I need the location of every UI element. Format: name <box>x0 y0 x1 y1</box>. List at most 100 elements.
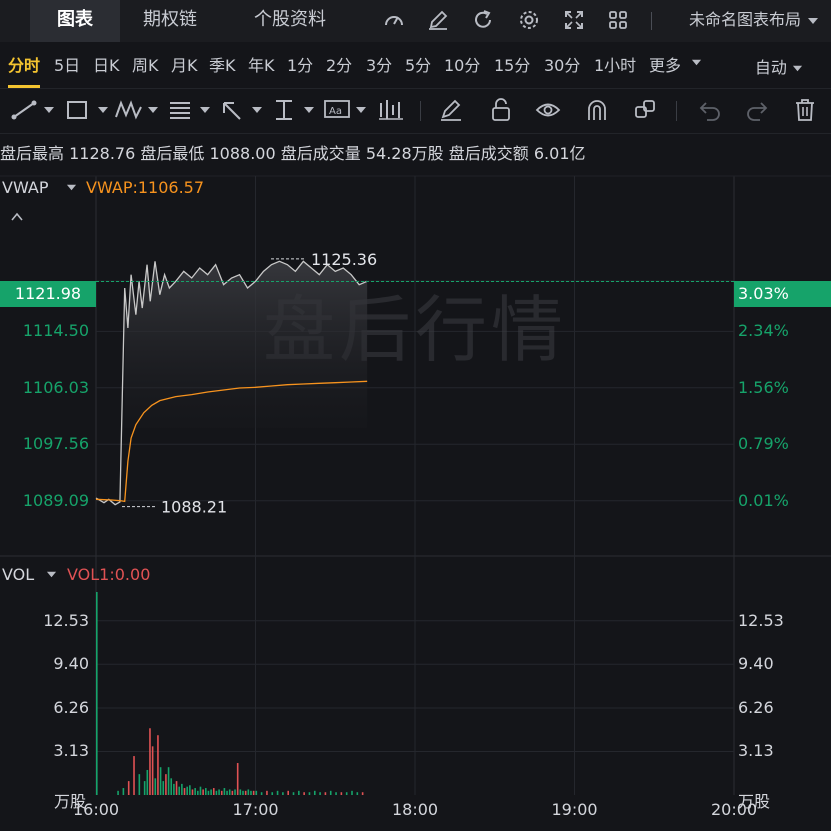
vol-indicator-name[interactable]: VOL <box>2 565 34 584</box>
volume-bar <box>282 792 284 795</box>
volume-bar <box>236 763 239 795</box>
volume-bar <box>117 790 119 795</box>
vol-chevron-down-icon[interactable] <box>46 569 57 580</box>
x-tick: 18:00 <box>392 800 439 819</box>
current-price-badge: 1121.98 <box>0 281 96 307</box>
volume-bar <box>215 790 218 795</box>
volume-bar <box>231 790 234 795</box>
volume-bar <box>244 790 247 795</box>
pct-y-tick: 2.34% <box>738 321 789 341</box>
volume-bar <box>197 790 199 795</box>
volume-bar <box>146 769 149 795</box>
volume-bar <box>189 785 191 795</box>
volume-bar <box>298 790 300 795</box>
volume-bar <box>292 792 295 795</box>
low-mark-label: 1088.21 <box>161 498 227 517</box>
volume-bar <box>345 792 348 795</box>
vwap-indicator-value: VWAP:1106.57 <box>86 178 205 197</box>
volume-bar <box>226 790 228 795</box>
x-tick: 17:00 <box>232 800 279 819</box>
pct-y-tick: 0.01% <box>738 490 789 510</box>
vol-indicator-value: VOL1:0.00 <box>67 565 151 584</box>
volume-bar <box>186 786 188 795</box>
volume-bar <box>218 789 220 795</box>
volume-bar <box>202 789 204 795</box>
volume-bar <box>167 767 170 795</box>
vol-y-tick-left: 12.53 <box>43 610 89 630</box>
volume-bar <box>165 774 167 795</box>
volume-bar <box>204 788 207 795</box>
volume-bar <box>191 789 194 795</box>
chart-grid <box>0 175 831 795</box>
pct-y-tick: 1.56% <box>738 377 789 397</box>
vol-y-tick-left: 6.26 <box>53 697 89 717</box>
volume-bar <box>303 792 305 795</box>
vol-y-tick-right: 3.13 <box>738 741 774 761</box>
vol-y-tick-right: 6.26 <box>738 697 774 717</box>
volume-bar <box>151 746 154 795</box>
volume-bar <box>356 792 359 795</box>
volume-bar <box>138 774 141 795</box>
volume-bar <box>319 792 321 795</box>
volume-bar <box>183 788 186 795</box>
volume-bar <box>159 767 162 795</box>
high-mark-label: 1125.36 <box>311 250 377 269</box>
pct-y-tick: 0.79% <box>738 434 789 454</box>
volume-bar <box>220 790 223 795</box>
volume-bar <box>271 792 274 795</box>
price-volume-chart[interactable]: 盘后行情 1125.361088.21 <box>0 0 831 831</box>
volume-bar <box>127 781 130 795</box>
volume-bar <box>133 756 135 795</box>
price-y-tick: 1114.50 <box>22 321 89 341</box>
volume-bar <box>223 788 226 795</box>
price-y-tick: 1097.56 <box>22 434 89 454</box>
volume-bar <box>199 786 202 795</box>
volume-bar <box>194 788 196 795</box>
volume-bar <box>178 786 181 795</box>
volume-bar <box>212 788 215 795</box>
volume-bar <box>175 781 178 795</box>
price-y-tick: 1089.09 <box>22 490 89 510</box>
volume-bar <box>170 778 173 795</box>
x-tick: 19:00 <box>551 800 598 819</box>
volume-bar <box>335 792 337 795</box>
volume-bar <box>234 789 236 795</box>
volume-bar <box>173 783 175 795</box>
volume-bar <box>329 790 332 795</box>
vol-unit-right: 万股 <box>738 792 771 811</box>
volume-bar <box>260 792 263 795</box>
collapse-chevron-up-icon[interactable] <box>10 210 24 224</box>
volume-bar <box>340 792 343 795</box>
vol-y-tick-right: 9.40 <box>738 654 774 674</box>
volume-bar <box>242 790 244 795</box>
current-pct-badge: 3.03% <box>734 281 831 307</box>
volume-bar <box>276 790 279 795</box>
vol-unit-left: 万股 <box>54 792 87 811</box>
volume-bar <box>313 790 316 795</box>
volume-bar <box>361 792 364 795</box>
volume-bar <box>207 790 210 795</box>
volume-bar <box>149 728 151 795</box>
volume-bar <box>250 790 252 795</box>
volume-bar <box>210 789 212 795</box>
vol-y-tick-left: 9.40 <box>53 654 89 674</box>
volume-bar <box>143 781 146 795</box>
volume-bar <box>324 792 327 795</box>
volume-bar <box>247 789 250 795</box>
volume-bar <box>239 789 242 795</box>
volume-bar <box>287 790 289 795</box>
volume-bar <box>162 781 165 795</box>
price-y-tick: 1106.03 <box>22 377 89 397</box>
volume-bars <box>96 592 364 795</box>
volume-bar <box>181 783 183 795</box>
vwap-indicator-name[interactable]: VWAP <box>2 178 48 197</box>
volume-bar <box>157 735 159 795</box>
volume-bar <box>255 790 258 795</box>
volume-bar <box>228 789 231 795</box>
volume-bar <box>266 790 268 795</box>
vwap-chevron-down-icon[interactable] <box>66 182 77 193</box>
vol-y-tick-right: 12.53 <box>738 610 784 630</box>
volume-bar <box>154 778 157 795</box>
volume-bar <box>122 788 125 795</box>
volume-bar <box>308 792 311 795</box>
